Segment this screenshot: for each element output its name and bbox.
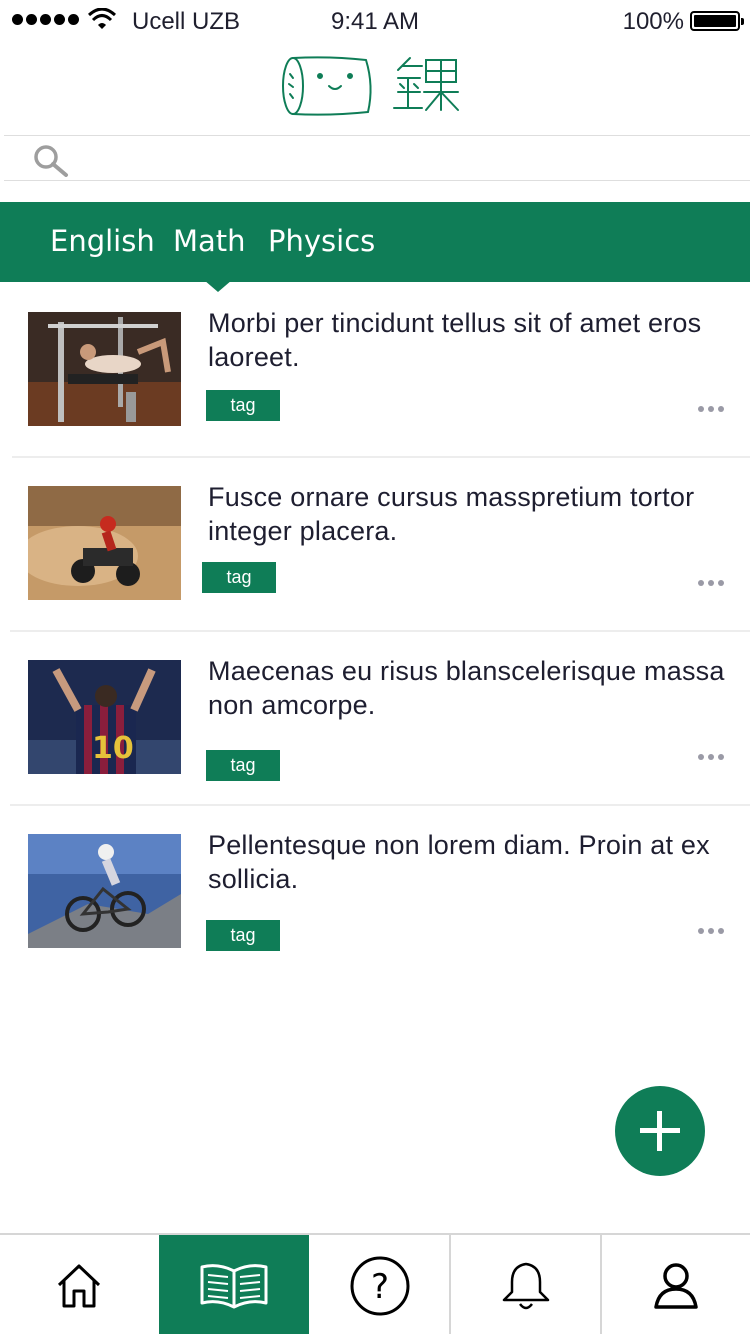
list-item[interactable]: Morbi per tincidunt tellus sit of amet e…	[0, 308, 750, 486]
status-bar: Ucell UZB 9:41 AM 100%	[0, 0, 750, 42]
question-icon: ?	[350, 1256, 409, 1315]
divider	[10, 804, 750, 806]
tag-badge[interactable]: tag	[202, 562, 276, 593]
svg-text:?: ?	[370, 1267, 388, 1307]
more-options-icon[interactable]	[698, 926, 728, 936]
list-item[interactable]: Fusce ornare cursus masspretium tortor i…	[0, 482, 750, 660]
article-thumbnail	[28, 486, 181, 600]
tab-physics[interactable]: Physics	[268, 224, 375, 258]
article-thumbnail: 10	[28, 660, 181, 774]
add-button[interactable]	[615, 1086, 705, 1176]
article-thumbnail	[28, 834, 181, 948]
list-item[interactable]: Pellentesque non lorem diam. Proin at ex…	[0, 830, 750, 1008]
tab-english[interactable]: English	[50, 224, 155, 258]
nav-profile[interactable]	[602, 1235, 750, 1334]
more-options-icon[interactable]	[698, 578, 728, 588]
app-logo	[282, 56, 459, 116]
active-tab-indicator	[204, 280, 232, 292]
article-title[interactable]: Maecenas eu risus blanscelerisque massa …	[208, 654, 733, 722]
nav-home[interactable]	[0, 1235, 158, 1334]
tag-badge[interactable]: tag	[206, 390, 280, 421]
home-icon	[57, 1264, 101, 1307]
list-item[interactable]: 10 Maecenas eu risus blanscelerisque mas…	[0, 656, 750, 834]
article-title[interactable]: Morbi per tincidunt tellus sit of amet e…	[208, 306, 733, 374]
tab-math[interactable]: Math	[173, 224, 246, 258]
nav-notifications[interactable]	[451, 1235, 600, 1334]
bell-icon	[502, 1262, 549, 1309]
subject-tabs: English Math Physics	[0, 202, 750, 282]
divider	[10, 630, 750, 632]
bottom-navigation: ?	[0, 1233, 750, 1334]
search-input[interactable]	[84, 140, 724, 176]
search-icon[interactable]	[32, 143, 70, 177]
search-bar	[4, 135, 750, 181]
book-icon	[200, 1263, 268, 1308]
user-icon	[654, 1262, 698, 1309]
svg-text:10: 10	[92, 731, 134, 766]
divider	[12, 456, 750, 458]
battery-icon	[690, 11, 744, 31]
more-options-icon[interactable]	[698, 752, 728, 762]
tag-badge[interactable]: tag	[206, 920, 280, 951]
tag-badge[interactable]: tag	[206, 750, 280, 781]
more-options-icon[interactable]	[698, 404, 728, 414]
article-thumbnail	[28, 312, 181, 426]
nav-library[interactable]	[159, 1235, 309, 1334]
battery-percentage: 100%	[622, 8, 684, 35]
article-title[interactable]: Pellentesque non lorem diam. Proin at ex…	[208, 828, 733, 896]
nav-questions[interactable]: ?	[309, 1235, 450, 1334]
article-title[interactable]: Fusce ornare cursus masspretium tortor i…	[208, 480, 733, 548]
